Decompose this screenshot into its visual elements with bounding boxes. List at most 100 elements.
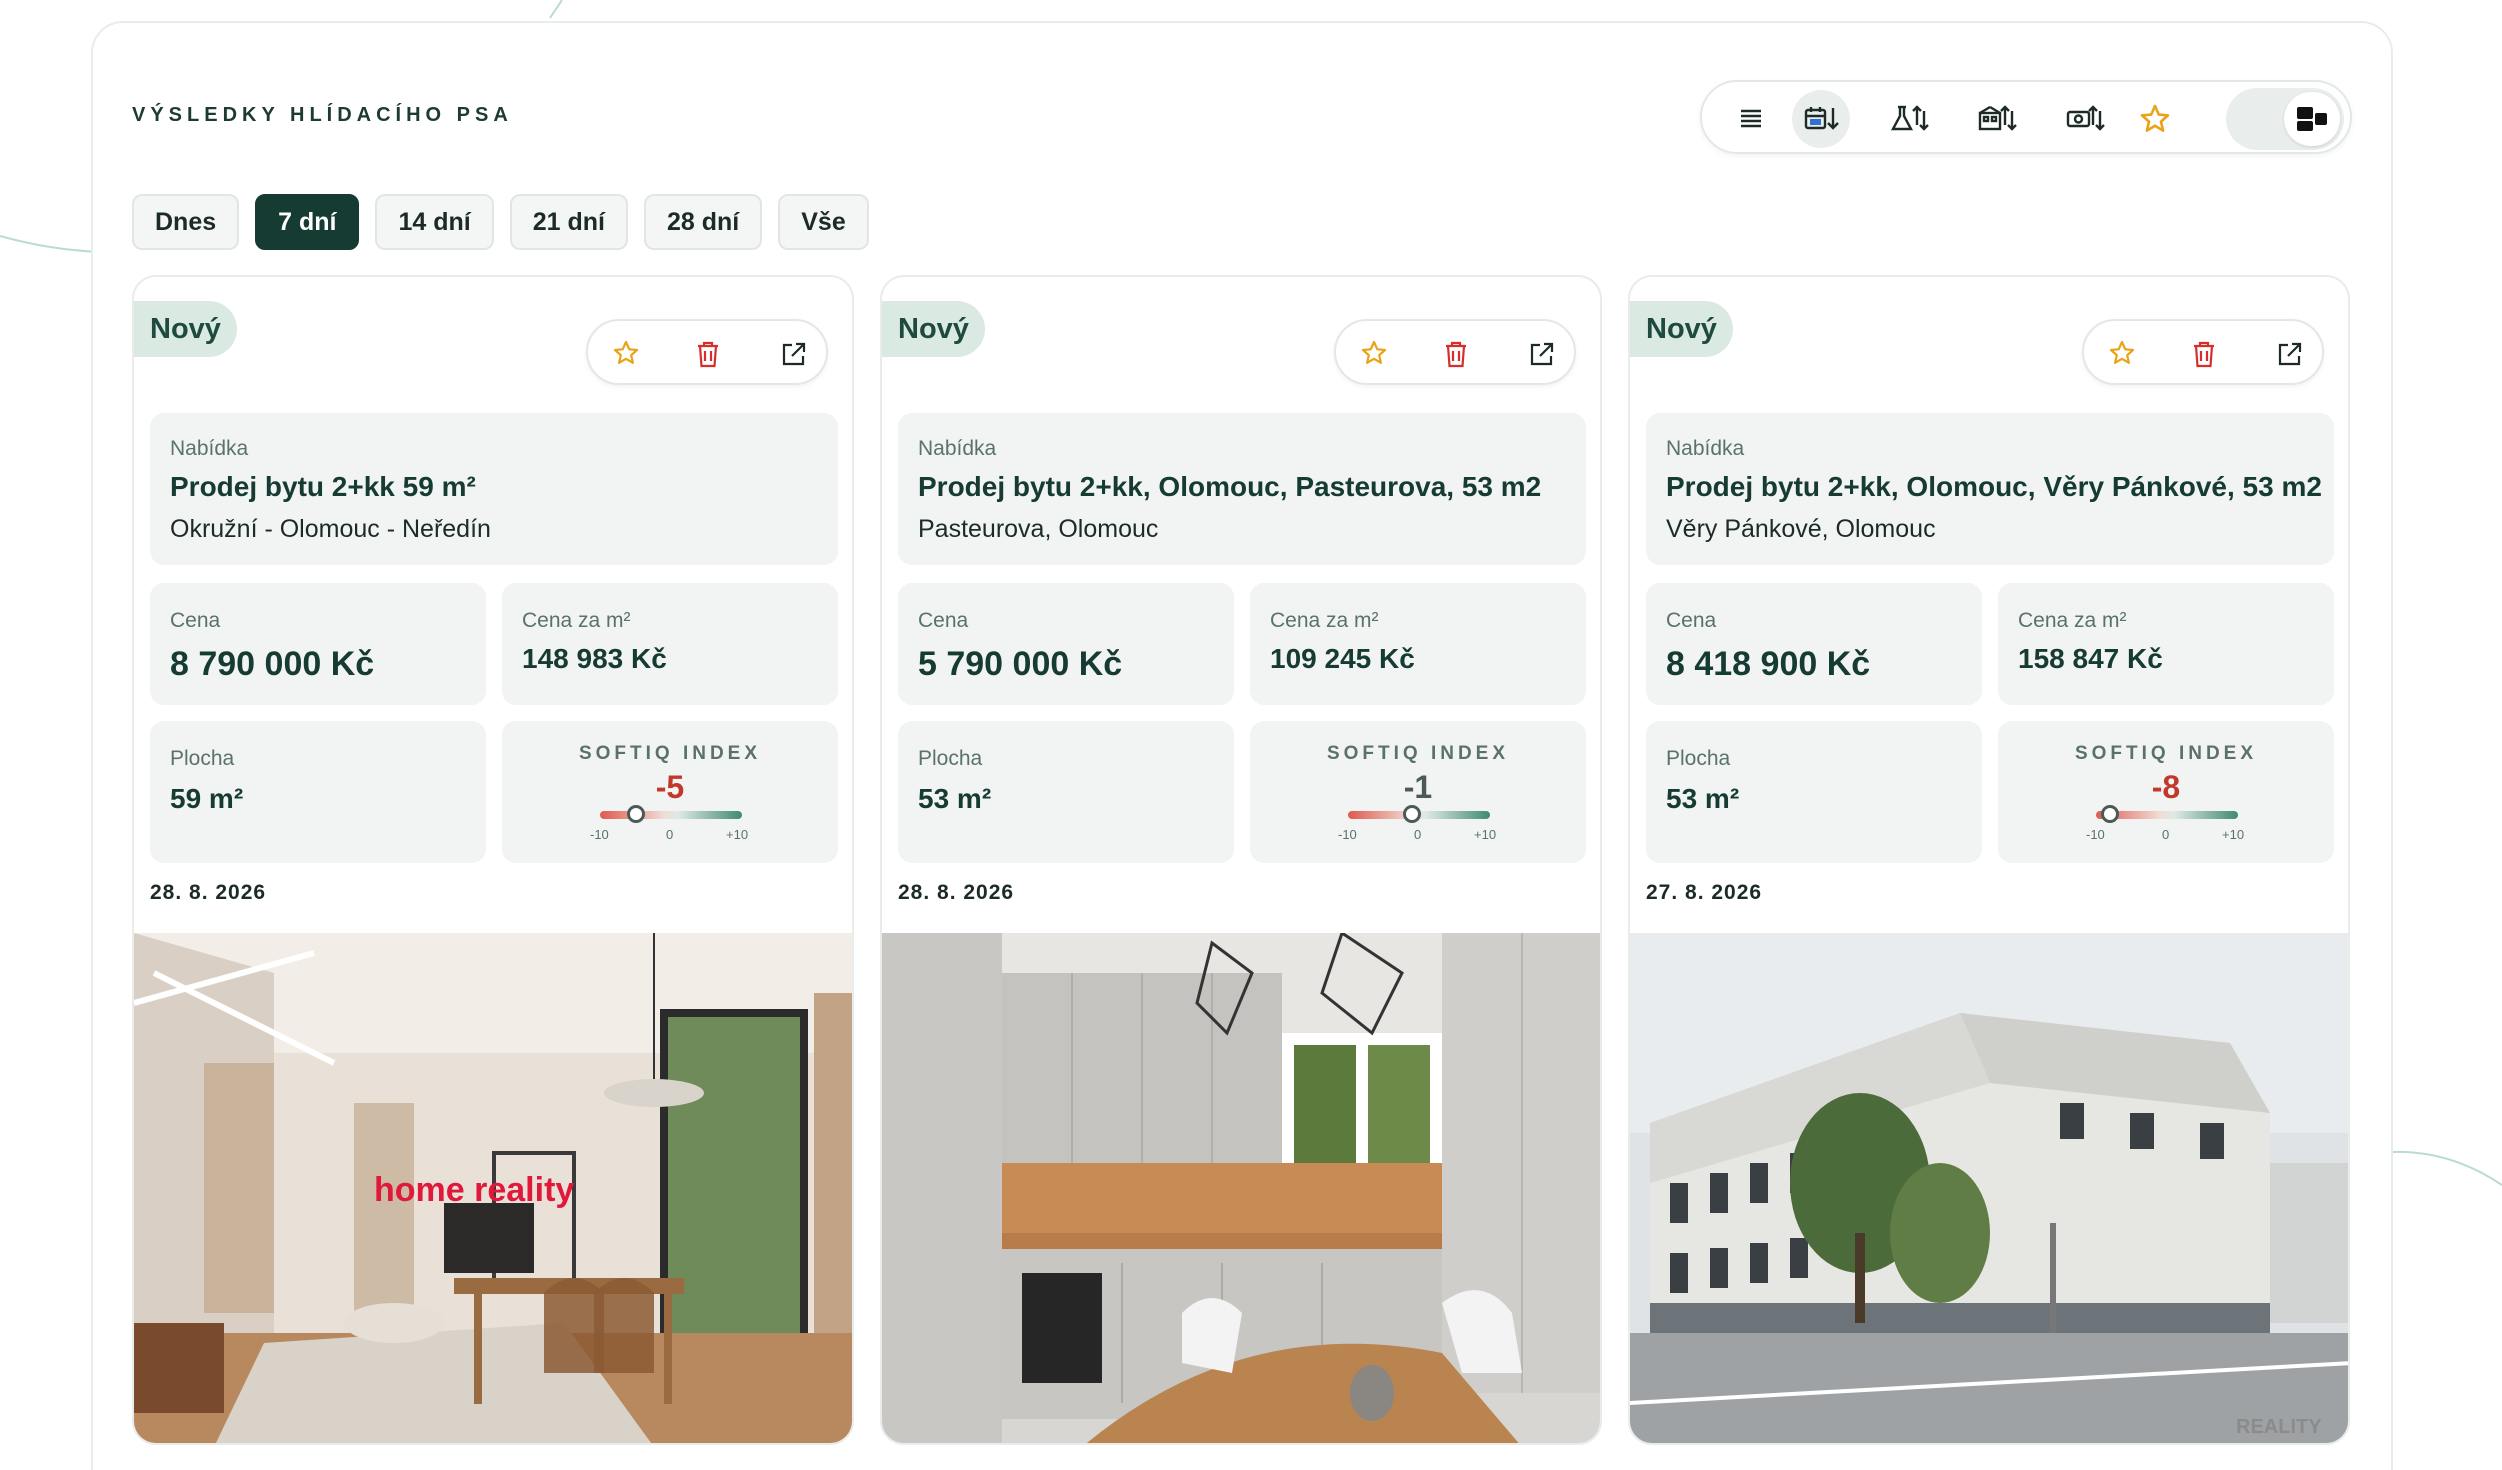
tick-mid: 0	[666, 827, 674, 842]
sort-by-date-button[interactable]	[1792, 90, 1850, 148]
softiq-index-scale	[600, 811, 742, 819]
offer-label: Nabídka	[918, 437, 997, 460]
price-per-m2-label: Cena za m²	[522, 609, 631, 632]
listing-card[interactable]: Nový Nabídka Prodej bytu 2+kk, Olomouc, …	[1628, 275, 2350, 1445]
softiq-index-marker	[626, 805, 645, 823]
offer-box: Nabídka Prodej bytu 2+kk, Olomouc, Paste…	[898, 413, 1586, 565]
list-icon	[1741, 109, 1761, 128]
delete-button[interactable]	[686, 332, 730, 376]
area-box: Plocha 59 m²	[150, 721, 486, 863]
listing-photo[interactable]: REALITY	[1630, 933, 2348, 1443]
listing-address: Pasteurova, Olomouc	[918, 515, 1159, 543]
grid-view-icon	[2297, 107, 2327, 131]
filter-14-days[interactable]: 14 dní	[375, 194, 494, 250]
area-value: 53 m²	[1666, 783, 1740, 814]
price-box: Cena 5 790 000 Kč	[898, 583, 1234, 705]
open-listing-button[interactable]	[1520, 332, 1564, 376]
softiq-index-value: -8	[2151, 769, 2181, 805]
favorite-button[interactable]	[604, 332, 648, 376]
time-filters: Dnes 7 dní 14 dní 21 dní 28 dní Vše	[132, 194, 869, 250]
price-per-m2-label: Cena za m²	[2018, 609, 2127, 632]
softiq-index-box: SOFTIQ INDEX -5 -10 0 +10	[502, 721, 838, 863]
favorites-filter-button[interactable]	[2126, 90, 2184, 148]
listing-date: 27. 8. 2026	[1646, 881, 1763, 904]
view-toggle[interactable]	[2226, 88, 2344, 150]
tick-max: +10	[2222, 827, 2245, 842]
area-value: 59 m²	[170, 783, 244, 814]
softiq-index-box: SOFTIQ INDEX -8 -10 0 +10	[1998, 721, 2334, 863]
tick-max: +10	[1474, 827, 1497, 842]
star-icon	[613, 340, 639, 364]
softiq-index-value: -1	[1403, 769, 1433, 805]
card-actions	[586, 319, 828, 385]
listing-date: 28. 8. 2026	[898, 881, 1015, 904]
trash-icon	[1446, 341, 1466, 368]
offer-box: Nabídka Prodej bytu 2+kk 59 m² Okružní -…	[150, 413, 838, 565]
listing-address: Okružní - Olomouc - Neředín	[170, 515, 491, 543]
filter-today[interactable]: Dnes	[132, 194, 240, 250]
favorite-button[interactable]	[1352, 332, 1396, 376]
card-actions	[2082, 319, 2324, 385]
listing-date: 28. 8. 2026	[150, 881, 267, 904]
interior-photo: home reality	[134, 933, 852, 1443]
price-value: 5 790 000 Kč	[918, 645, 1123, 683]
price-per-m2-box: Cena za m² 148 983 Kč	[502, 583, 838, 705]
calendar-sort-icon	[1804, 107, 1839, 130]
softiq-index-marker	[2101, 805, 2120, 823]
softiq-index-title: SOFTIQ INDEX	[2074, 743, 2258, 764]
area-box: Plocha 53 m²	[1646, 721, 1982, 863]
price-per-m2-value: 158 847 Kč	[2018, 643, 2163, 674]
star-icon	[2140, 104, 2170, 132]
area-label: Plocha	[170, 747, 235, 770]
tick-min: -10	[590, 827, 609, 842]
photo-watermark: REALITY	[2236, 1416, 2322, 1438]
listing-photo[interactable]	[882, 933, 1600, 1443]
kitchen-photo	[882, 933, 1600, 1443]
price-per-m2-box: Cena za m² 158 847 Kč	[1998, 583, 2334, 705]
sort-by-price-button[interactable]	[2056, 90, 2114, 148]
open-listing-button[interactable]	[772, 332, 816, 376]
star-icon	[1361, 340, 1387, 364]
listing-photo[interactable]: home reality	[134, 933, 852, 1443]
list-view-button[interactable]	[1722, 90, 1780, 148]
external-link-icon	[2278, 342, 2302, 366]
area-value: 53 m²	[918, 783, 992, 814]
tick-min: -10	[2086, 827, 2105, 842]
favorite-button[interactable]	[2100, 332, 2144, 376]
listing-card[interactable]: Nový Nabídka Prodej bytu 2+kk 59 m² Okru…	[132, 275, 854, 1445]
filter-28-days[interactable]: 28 dní	[643, 194, 763, 250]
grid-view-knob[interactable]	[2284, 92, 2340, 146]
open-listing-button[interactable]	[2268, 332, 2312, 376]
filter-all[interactable]: Vše	[778, 194, 869, 250]
star-icon	[2109, 340, 2135, 364]
sort-by-area-button[interactable]	[1968, 90, 2026, 148]
filter-21-days[interactable]: 21 dní	[509, 194, 628, 250]
tick-max: +10	[726, 827, 749, 842]
photo-watermark: home reality	[374, 1171, 574, 1209]
page-title: VÝSLEDKY HLÍDACÍHO PSA	[132, 104, 513, 126]
flask-sort-icon	[1890, 105, 1929, 131]
listing-title[interactable]: Prodej bytu 2+kk, Olomouc, Věry Pánkové,…	[1666, 471, 2322, 503]
delete-button[interactable]	[1434, 332, 1478, 376]
listing-card[interactable]: Nový Nabídka Prodej bytu 2+kk, Olomouc, …	[880, 275, 1602, 1445]
area-label: Plocha	[1666, 747, 1731, 770]
price-label: Cena	[918, 609, 969, 632]
new-badge: Nový	[134, 301, 237, 357]
trash-icon	[2194, 341, 2214, 368]
listing-title[interactable]: Prodej bytu 2+kk, Olomouc, Pasteurova, 5…	[918, 471, 1541, 503]
softiq-index-title: SOFTIQ INDEX	[578, 743, 762, 764]
offer-box: Nabídka Prodej bytu 2+kk, Olomouc, Věry …	[1646, 413, 2334, 565]
filter-7-days[interactable]: 7 dní	[255, 194, 360, 250]
external-link-icon	[1530, 342, 1554, 366]
area-label: Plocha	[918, 747, 983, 770]
building-photo: REALITY	[1630, 933, 2348, 1443]
money-sort-icon	[2066, 105, 2105, 131]
new-badge: Nový	[882, 301, 985, 357]
listing-title[interactable]: Prodej bytu 2+kk 59 m²	[170, 471, 476, 503]
building-sort-icon	[1978, 105, 2017, 131]
sort-by-index-button[interactable]	[1880, 90, 1938, 148]
delete-button[interactable]	[2182, 332, 2226, 376]
softiq-index-title: SOFTIQ INDEX	[1326, 743, 1510, 764]
price-per-m2-value: 148 983 Kč	[522, 643, 667, 674]
offer-label: Nabídka	[170, 437, 249, 460]
